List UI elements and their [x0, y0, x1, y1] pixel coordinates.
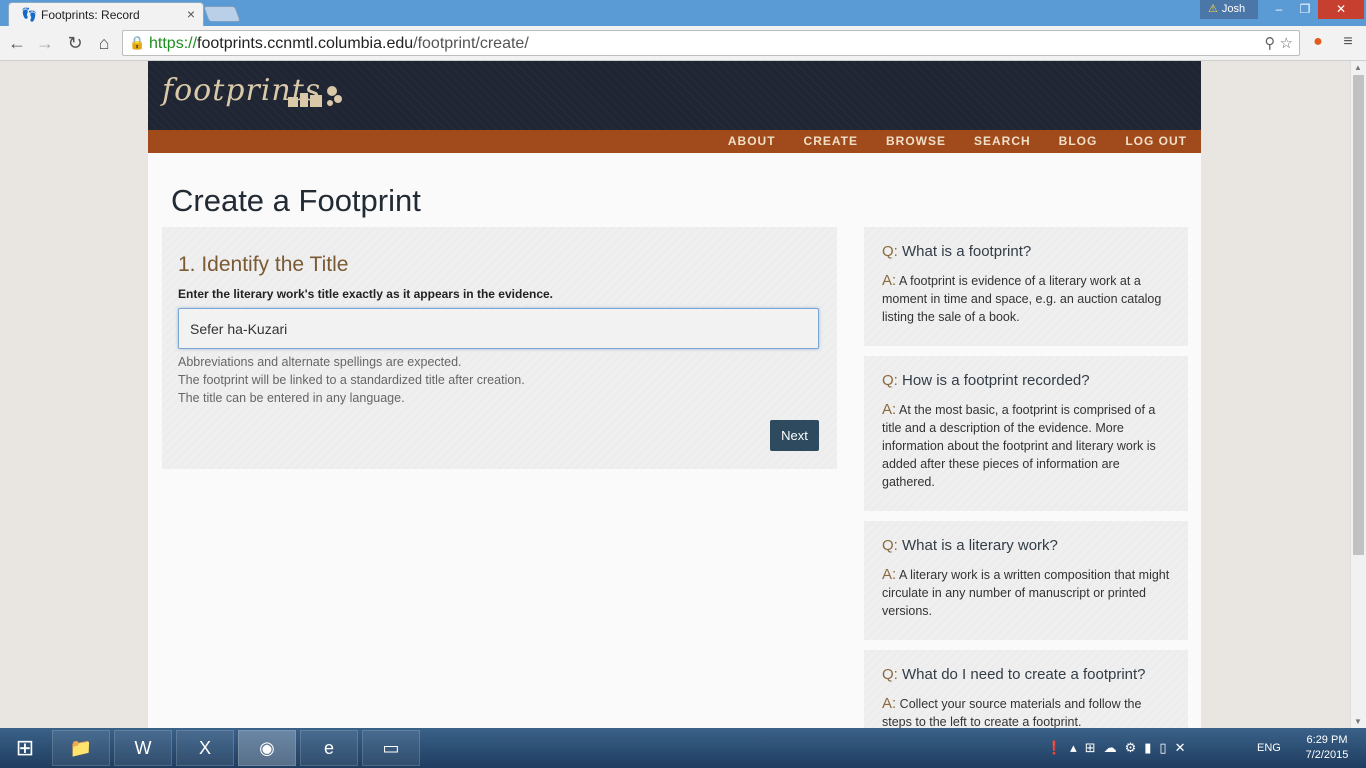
- nav-create[interactable]: CREATE: [790, 130, 872, 153]
- browser-tab[interactable]: 👣 Footprints: Record ×: [8, 2, 204, 28]
- faq-question: Q: What is a literary work?: [882, 537, 1058, 554]
- faq-item: Q: What do I need to create a footprint?…: [864, 650, 1188, 728]
- tab-title: Footprints: Record: [41, 8, 140, 22]
- faq-item: Q: What is a footprint? A: A footprint i…: [864, 227, 1188, 346]
- menu-icon[interactable]: ≡: [1338, 32, 1358, 52]
- forward-icon[interactable]: →: [34, 32, 56, 54]
- nav-search[interactable]: SEARCH: [960, 130, 1045, 153]
- site-container: footprints ABOUT CREATE BROWSE SEARCH BL…: [148, 61, 1201, 728]
- create-form-panel: 1. Identify the Title Enter the literary…: [162, 227, 837, 469]
- title-input[interactable]: [178, 308, 819, 349]
- extension-icon[interactable]: ●: [1308, 32, 1328, 52]
- step-title: 1. Identify the Title: [178, 253, 349, 276]
- photos-icon[interactable]: ▭: [362, 730, 420, 766]
- footprint-favicon-icon: 👣: [21, 7, 38, 22]
- windows-taskbar: ⊞ 📁 W X ◉ e ▭ ❗▴⊞☁⚙▮▯✕ ENG 6:29 PM 7/2/2…: [0, 728, 1366, 768]
- home-icon[interactable]: ⌂: [93, 32, 115, 54]
- omnibox-icons: ⚲ ☆: [1264, 34, 1293, 52]
- scroll-down-icon[interactable]: ▼: [1354, 717, 1362, 726]
- nav-logout[interactable]: LOG OUT: [1111, 130, 1201, 153]
- scroll-up-icon[interactable]: ▲: [1354, 63, 1362, 72]
- browser-toolbar: ← → ↻ ⌂ 🔒 https://footprints.ccnmtl.colu…: [0, 26, 1366, 61]
- language-indicator[interactable]: ENG: [1257, 728, 1281, 768]
- back-icon[interactable]: ←: [6, 32, 28, 54]
- site-nav: ABOUT CREATE BROWSE SEARCH BLOG LOG OUT: [148, 130, 1201, 153]
- windows-start-icon[interactable]: ⊞: [0, 728, 50, 768]
- taskbar-clock[interactable]: 6:29 PM 7/2/2015: [1296, 733, 1358, 763]
- url-text: https://footprints.ccnmtl.columbia.edu/f…: [149, 35, 529, 52]
- next-button[interactable]: Next: [770, 420, 819, 451]
- faq-answer: A: Collect your source materials and fol…: [882, 695, 1142, 728]
- clock-time: 6:29 PM: [1306, 734, 1348, 746]
- minimize-button[interactable]: –: [1266, 0, 1292, 19]
- profile-button[interactable]: ⚠ Josh: [1200, 0, 1258, 19]
- chrome-icon[interactable]: ◉: [238, 730, 296, 766]
- page-title: Create a Footprint: [171, 183, 421, 218]
- help-line: The footprint will be linked to a standa…: [178, 373, 525, 387]
- tab-close-icon[interactable]: ×: [187, 6, 195, 22]
- system-tray-icons[interactable]: ❗▴⊞☁⚙▮▯✕: [1046, 728, 1193, 768]
- zoom-icon[interactable]: ⚲: [1264, 35, 1275, 52]
- close-window-button[interactable]: ✕: [1318, 0, 1364, 19]
- browser-titlebar: 👣 Footprints: Record × ⚠ Josh – ❐ ✕: [0, 0, 1366, 28]
- scroll-thumb[interactable]: [1353, 75, 1364, 555]
- nav-about[interactable]: ABOUT: [714, 130, 790, 153]
- title-help-text: Abbreviations and alternate spellings ar…: [178, 353, 525, 407]
- profile-name: Josh: [1221, 3, 1246, 15]
- faq-question: Q: How is a footprint recorded?: [882, 372, 1090, 389]
- help-line: The title can be entered in any language…: [178, 391, 405, 405]
- excel-icon[interactable]: X: [176, 730, 234, 766]
- file-explorer-icon[interactable]: 📁: [52, 730, 110, 766]
- help-line: Abbreviations and alternate spellings ar…: [178, 355, 462, 369]
- faq-item: Q: What is a literary work? A: A literar…: [864, 521, 1188, 640]
- clock-date: 7/2/2015: [1305, 749, 1349, 761]
- warning-icon: ⚠: [1208, 3, 1218, 15]
- title-field-label: Enter the literary work's title exactly …: [178, 287, 554, 301]
- lock-icon: 🔒: [129, 35, 146, 50]
- faq-question: Q: What is a footprint?: [882, 243, 1032, 260]
- page-scrollbar[interactable]: ▲ ▼: [1350, 61, 1366, 728]
- faq-answer: A: A literary work is a written composit…: [882, 566, 1170, 618]
- faq-answer: A: At the most basic, a footprint is com…: [882, 401, 1156, 489]
- nav-browse[interactable]: BROWSE: [872, 130, 960, 153]
- address-bar[interactable]: 🔒 https://footprints.ccnmtl.columbia.edu…: [122, 30, 1300, 56]
- new-tab-button[interactable]: [203, 6, 241, 22]
- footprints-logo-icon: [288, 86, 342, 107]
- reload-icon[interactable]: ↻: [64, 32, 86, 54]
- site-header: footprints: [148, 61, 1201, 130]
- faq-item: Q: How is a footprint recorded? A: At th…: [864, 356, 1188, 511]
- nav-blog[interactable]: BLOG: [1045, 130, 1112, 153]
- faq-answer: A: A footprint is evidence of a literary…: [882, 272, 1162, 324]
- internet-explorer-icon[interactable]: e: [300, 730, 358, 766]
- maximize-button[interactable]: ❐: [1292, 0, 1318, 19]
- bookmark-star-icon[interactable]: ☆: [1280, 35, 1293, 52]
- word-icon[interactable]: W: [114, 730, 172, 766]
- page-viewport: footprints ABOUT CREATE BROWSE SEARCH BL…: [0, 61, 1350, 728]
- faq-question: Q: What do I need to create a footprint?: [882, 666, 1146, 683]
